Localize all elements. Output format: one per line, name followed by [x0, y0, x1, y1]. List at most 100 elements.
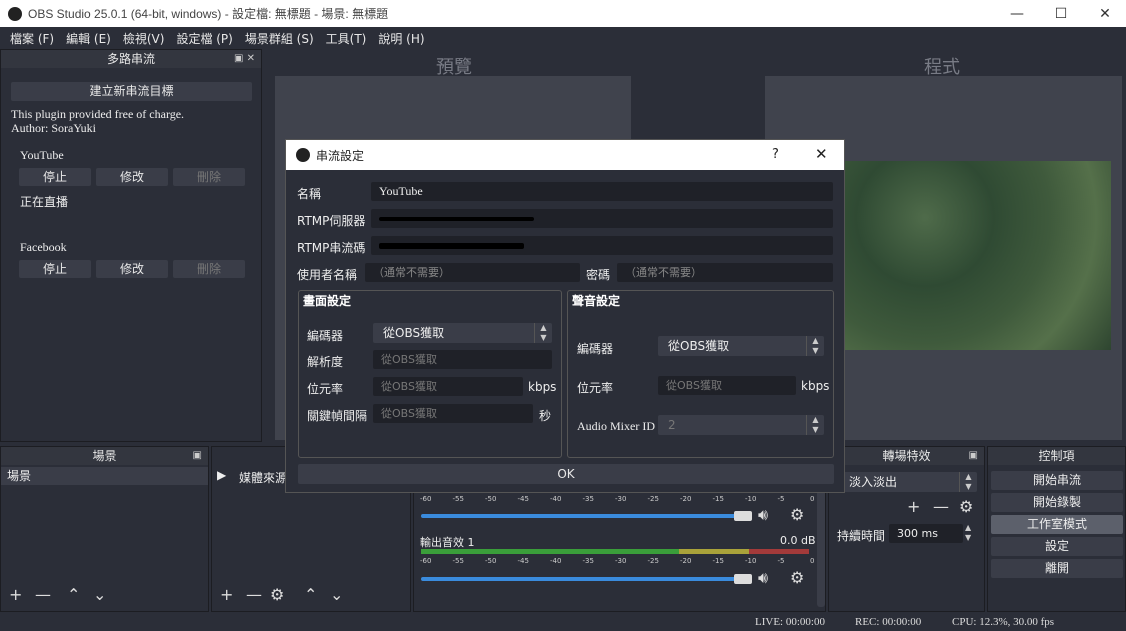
volume-slider-handle[interactable]: [734, 511, 752, 521]
meter-tick-label: -5: [777, 495, 785, 503]
rtmp-key-field[interactable]: [371, 236, 833, 255]
down-icon[interactable]: ⌄: [330, 585, 343, 604]
maximize-button[interactable]: ☐: [1038, 0, 1084, 27]
exit-button[interactable]: 離開: [991, 559, 1123, 578]
redacted-value: [379, 243, 524, 249]
start-stream-button[interactable]: 開始串流: [991, 471, 1123, 490]
name-label: 名稱: [297, 187, 322, 201]
menu-help[interactable]: 說明 (H): [378, 30, 424, 47]
remove-icon[interactable]: —: [933, 497, 949, 516]
meter-tick-label: -50: [485, 557, 497, 565]
name-field[interactable]: YouTube: [371, 182, 833, 201]
duration-spin-icon[interactable]: ▲ ▼: [965, 523, 971, 543]
audio-encoder-label: 編碼器: [577, 342, 614, 356]
youtube-stop-button[interactable]: 停止: [19, 168, 91, 186]
gear-icon[interactable]: ⚙: [959, 497, 973, 516]
dock-float-icon[interactable]: ▣: [969, 447, 978, 465]
rtmp-server-field[interactable]: [371, 209, 833, 228]
volume-slider-handle[interactable]: [734, 574, 752, 584]
minimize-button[interactable]: —: [994, 0, 1040, 27]
video-bitrate-label: 位元率: [307, 382, 344, 396]
video-bitrate-field[interactable]: 從OBS獲取: [373, 377, 523, 396]
keyframe-field[interactable]: 從OBS獲取: [373, 404, 533, 423]
keyframe-unit: 秒: [539, 409, 552, 423]
username-label: 使用者名稱: [297, 268, 358, 282]
add-icon[interactable]: +: [9, 585, 22, 604]
volume-slider[interactable]: [421, 514, 751, 518]
remove-icon[interactable]: —: [35, 585, 51, 604]
duration-input[interactable]: 300 ms: [889, 524, 963, 543]
meter-tick-label: -40: [550, 557, 562, 565]
gear-icon[interactable]: ⚙: [270, 585, 284, 604]
new-target-button[interactable]: 建立新串流目標: [11, 82, 252, 101]
gear-icon[interactable]: ⚙: [790, 505, 804, 524]
youtube-edit-button[interactable]: 修改: [96, 168, 168, 186]
meter-tick-label: -10: [745, 557, 757, 565]
multistream-dock-header: 多路串流 ▣ ✕: [1, 50, 261, 68]
audio-encoder-value: 從OBS獲取: [668, 339, 730, 353]
add-icon[interactable]: +: [220, 585, 233, 604]
window-title: OBS Studio 25.0.1 (64-bit, windows) - 設定…: [28, 7, 389, 21]
close-button[interactable]: ✕: [1082, 0, 1126, 27]
facebook-stop-button[interactable]: 停止: [19, 260, 91, 278]
settings-button[interactable]: 設定: [991, 537, 1123, 556]
controls-title: 控制項: [1038, 449, 1075, 463]
facebook-edit-button[interactable]: 修改: [96, 260, 168, 278]
password-field[interactable]: （通常不需要）: [617, 263, 833, 282]
transitions-title: 轉場特效: [882, 449, 931, 463]
remove-icon[interactable]: —: [246, 585, 262, 604]
video-encoder-select[interactable]: 從OBS獲取 ▲ ▼: [373, 323, 552, 343]
menu-tools[interactable]: 工具(T): [326, 30, 367, 47]
speaker-icon[interactable]: 🔊︎: [758, 505, 768, 525]
username-field[interactable]: （通常不需要）: [365, 263, 580, 282]
live-status: LIVE: 00:00:00: [755, 616, 825, 628]
source-item-media[interactable]: 媒體來源: [239, 469, 287, 486]
meter-tick-label: -15: [712, 557, 724, 565]
studio-mode-button[interactable]: 工作室模式: [991, 515, 1123, 534]
volume-slider[interactable]: [421, 577, 751, 581]
dock-float-icon[interactable]: ▣: [193, 447, 202, 465]
rtmp-key-label: RTMP串流碼: [297, 241, 366, 255]
start-record-button[interactable]: 開始錄製: [991, 493, 1123, 512]
gear-icon[interactable]: ⚙: [790, 568, 804, 587]
forest-video-frame: [845, 161, 1111, 350]
up-icon[interactable]: ⌃: [304, 585, 317, 604]
down-icon[interactable]: ⌄: [93, 585, 106, 604]
rtmp-server-label: RTMP伺服器: [297, 214, 366, 228]
audio-mixer-select[interactable]: 2 ▲ ▼: [658, 415, 824, 435]
dock-float-close-icon[interactable]: ▣ ✕: [234, 50, 255, 68]
menu-profile[interactable]: 設定檔 (P): [176, 30, 232, 47]
mixer-scrollbar[interactable]: [817, 485, 825, 607]
stream-settings-dialog: 串流設定 ? ✕ 名稱 YouTube RTMP伺服器 RTMP串流碼 使用者名…: [285, 139, 845, 493]
dialog-title: 串流設定: [316, 148, 365, 163]
rec-status: REC: 00:00:00: [855, 616, 922, 628]
audio-bitrate-field[interactable]: 從OBS獲取: [658, 376, 796, 395]
dialog-close-button[interactable]: ✕: [815, 145, 828, 163]
audio-encoder-select[interactable]: 從OBS獲取 ▲ ▼: [658, 336, 824, 356]
multistream-dock: 多路串流 ▣ ✕ 建立新串流目標 This plugin provided fre…: [0, 49, 262, 442]
help-button[interactable]: ?: [772, 147, 779, 162]
youtube-delete-button[interactable]: 刪除: [173, 168, 245, 186]
chevron-updown-icon: ▲ ▼: [959, 472, 977, 492]
menu-file[interactable]: 檔案 (F): [10, 30, 54, 47]
meter-tick-label: -30: [615, 495, 627, 503]
menu-scene-collection[interactable]: 場景群組 (S): [245, 30, 314, 47]
menu-view[interactable]: 檢視(V): [123, 30, 165, 47]
resolution-field[interactable]: 從OBS獲取: [373, 350, 552, 369]
up-icon[interactable]: ⌃: [67, 585, 80, 604]
meter-tick-label: -20: [680, 557, 692, 565]
transition-select[interactable]: 淡入淡出 ▲ ▼: [839, 472, 977, 492]
meter-tick-label: -35: [582, 495, 594, 503]
status-bar: LIVE: 00:00:00 REC: 00:00:00 CPU: 12.3%,…: [0, 613, 1126, 631]
resolution-label: 解析度: [307, 355, 344, 369]
menu-edit[interactable]: 編輯 (E): [66, 30, 111, 47]
ok-button[interactable]: OK: [298, 464, 834, 484]
scene-list-item[interactable]: 場景: [1, 467, 208, 485]
meter-yellow: [679, 549, 749, 554]
cpu-status: CPU: 12.3%, 30.00 fps: [952, 616, 1055, 628]
add-icon[interactable]: +: [907, 497, 920, 516]
speaker-icon[interactable]: 🔊︎: [758, 568, 768, 588]
facebook-delete-button[interactable]: 刪除: [173, 260, 245, 278]
transition-value: 淡入淡出: [849, 475, 898, 489]
redacted-value: [379, 217, 534, 221]
